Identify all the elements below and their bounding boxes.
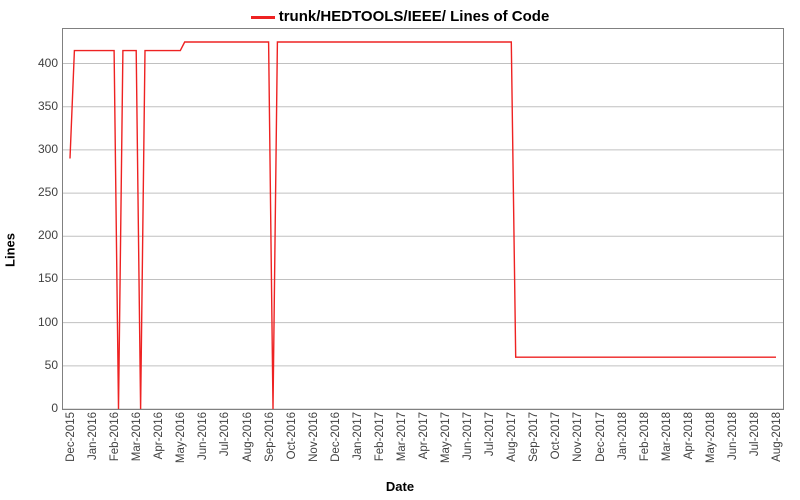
x-tick-label: Feb-2016 [109,412,121,461]
x-tick-label: Sep-2017 [528,412,540,462]
x-tick-label: Nov-2016 [308,412,320,462]
y-axis-label: Lines [3,233,18,267]
x-tick-label: Apr-2016 [153,412,165,459]
y-tick-label: 100 [24,315,58,329]
x-tick-label: Jul-2018 [749,412,761,456]
x-tick-label: Mar-2018 [661,412,673,461]
x-tick-label: Dec-2017 [595,412,607,462]
y-tick-label: 50 [24,358,58,372]
y-tick-label: 0 [24,401,58,415]
x-tick-label: Sep-2016 [264,412,276,462]
y-tick-label: 400 [24,56,58,70]
plot-area [62,28,784,410]
x-tick-label: Jun-2018 [727,412,739,460]
x-tick-label: Jan-2016 [87,412,99,460]
x-tick-label: Dec-2015 [65,412,77,462]
x-tick-label: Jun-2017 [462,412,474,460]
chart-svg [63,29,783,409]
x-tick-label: Jul-2016 [219,412,231,456]
x-tick-label: Mar-2017 [396,412,408,461]
x-tick-label: Jan-2018 [617,412,629,460]
x-tick-label: Feb-2017 [374,412,386,461]
x-axis-label: Date [0,479,800,494]
x-tick-label: Aug-2017 [506,412,518,462]
x-tick-label: Apr-2017 [418,412,430,459]
chart-container: trunk/HEDTOOLS/IEEE/ Lines of Code Lines… [0,0,800,500]
x-tick-label: Apr-2018 [683,412,695,459]
y-tick-label: 300 [24,142,58,156]
x-tick-label: May-2018 [705,412,717,463]
y-tick-label: 250 [24,185,58,199]
x-tick-label: Jan-2017 [352,412,364,460]
x-tick-label: Jun-2016 [197,412,209,460]
title-text: trunk/HEDTOOLS/IEEE/ Lines of Code [279,8,550,25]
x-tick-label: Aug-2016 [242,412,254,462]
x-tick-label: Feb-2018 [639,412,651,461]
legend-swatch [251,16,275,19]
x-tick-label: Aug-2018 [771,412,783,462]
chart-title: trunk/HEDTOOLS/IEEE/ Lines of Code [0,8,800,25]
x-tick-label: Dec-2016 [330,412,342,462]
x-tick-label: Nov-2017 [572,412,584,462]
y-tick-label: 200 [24,228,58,242]
x-tick-label: Oct-2016 [286,412,298,459]
y-tick-label: 150 [24,271,58,285]
x-tick-label: May-2017 [440,412,452,463]
x-tick-label: Mar-2016 [131,412,143,461]
x-tick-label: May-2016 [175,412,187,463]
x-tick-label: Oct-2017 [550,412,562,459]
y-tick-label: 350 [24,99,58,113]
x-tick-label: Jul-2017 [484,412,496,456]
